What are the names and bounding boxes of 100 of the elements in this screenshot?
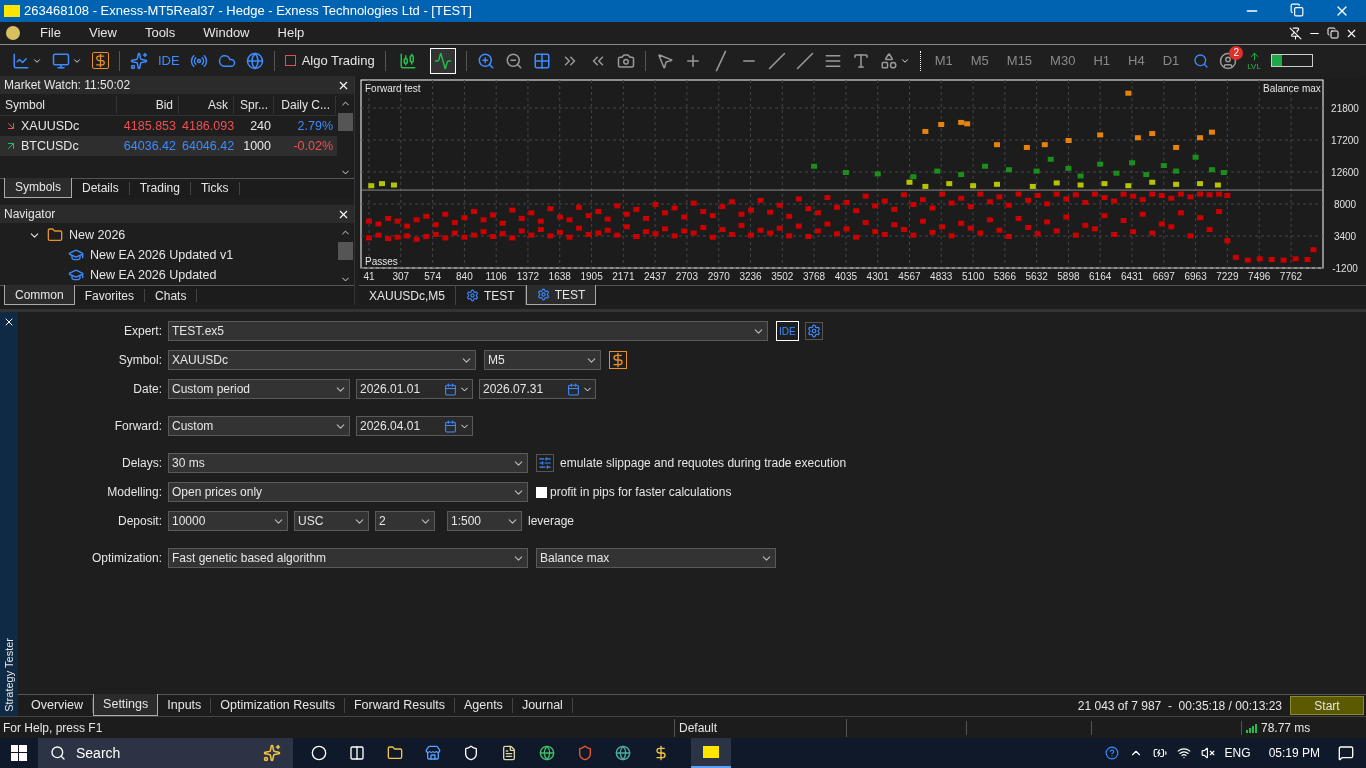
timeframe-button[interactable]: M15 — [1002, 50, 1037, 71]
dropdown[interactable]: Balance max — [536, 548, 776, 568]
tester-tab[interactable]: Optimization Results — [211, 698, 345, 713]
tree-item[interactable]: New EA 2026 Updated v1 — [90, 245, 234, 265]
x-tick-label: 41 — [363, 271, 375, 282]
profile-name: Default — [675, 718, 847, 737]
column-header[interactable]: Bid — [117, 95, 179, 114]
x-tick-label: 1106 — [485, 271, 507, 282]
dropdown[interactable]: 2 — [375, 511, 435, 531]
chart-tab[interactable]: TEST — [525, 285, 597, 305]
notification-badge: 2 — [1229, 45, 1244, 60]
timeframe-button[interactable]: M30 — [1046, 50, 1080, 71]
timeframe-button[interactable]: M5 — [966, 50, 993, 71]
x-tick-label: 1372 — [516, 271, 540, 282]
column-header[interactable]: Spr... — [234, 95, 274, 114]
bid-cell-text: 4185.853 — [122, 117, 177, 135]
x-tick-label: 5366 — [993, 271, 1016, 282]
timeframe-button[interactable]: H1 — [1089, 50, 1114, 71]
field-label: Deposit: — [116, 513, 162, 530]
spread-cell-text: 240 — [249, 117, 272, 135]
menu-item[interactable]: Window — [189, 23, 264, 43]
dropdown[interactable]: Open prices only — [168, 482, 528, 502]
x-tick-label: 4833 — [930, 271, 953, 282]
field-label: Expert: — [123, 323, 162, 340]
tester-tab[interactable]: Settings — [93, 694, 159, 716]
clock[interactable]: 05:19 PM — [1260, 744, 1328, 762]
y-tick-label: 3400 — [1333, 231, 1357, 242]
quote-row[interactable]: BTCUSDc 64036.42 64046.42 1000 -0.02% — [0, 136, 337, 156]
dropdown[interactable]: USC — [294, 511, 369, 531]
column-header[interactable]: Ask — [179, 95, 234, 114]
spread-cell-text: 1000 — [242, 137, 272, 155]
tester-tab[interactable]: Forward Results — [344, 698, 455, 713]
ide-button[interactable]: IDE — [776, 321, 799, 341]
menu-item[interactable]: Help — [263, 23, 319, 43]
panel-tab[interactable]: Common — [4, 285, 75, 305]
chart-criterion: Balance max — [1263, 82, 1321, 96]
panel-tab[interactable]: Symbols — [4, 177, 72, 198]
tester-tab[interactable]: Agents — [454, 698, 513, 713]
dropdown[interactable]: Custom — [168, 416, 350, 436]
menu-item[interactable]: Tools — [130, 23, 190, 43]
timeframe-button[interactable]: H4 — [1124, 50, 1149, 71]
dropdown[interactable]: 1:500 — [447, 511, 522, 531]
quote-row[interactable]: XAUUSDc 4185.853 4186.093 240 2.79% — [0, 116, 337, 136]
y-tick-label: 17200 — [1331, 135, 1359, 146]
axis-label: Passes — [365, 255, 398, 269]
ide-button[interactable]: IDE — [158, 50, 180, 71]
dropdown[interactable]: Fast genetic based algorithm — [168, 548, 528, 568]
panel-tab[interactable]: Details — [72, 181, 130, 195]
tester-tab[interactable]: Journal — [512, 698, 573, 713]
timeframe-button[interactable]: D1 — [1158, 50, 1184, 71]
dropdown[interactable]: Custom period — [168, 379, 350, 399]
x-tick-label: 4567 — [898, 271, 921, 282]
x-tick-label: 6963 — [1184, 271, 1207, 282]
change-cell-text: 2.79% — [296, 117, 334, 135]
date-field[interactable]: 2026.01.01 — [356, 379, 473, 399]
date-field[interactable]: 2026.04.01 — [356, 416, 473, 436]
x-tick-label: 6431 — [1120, 271, 1144, 282]
symbol-cell-text: BTCUSDc — [21, 137, 79, 155]
x-tick-label: 5100 — [962, 271, 985, 282]
menu-item[interactable]: File — [26, 23, 75, 43]
field-label: Date: — [132, 381, 162, 398]
algo-trading-button[interactable]: Algo Trading — [284, 50, 375, 71]
x-tick-label: 3502 — [771, 271, 794, 282]
dropdown[interactable]: TEST.ex5 — [168, 321, 768, 341]
timeframe-button[interactable]: M1 — [930, 50, 957, 71]
taskbar-search[interactable]: Search — [38, 738, 293, 768]
chart-tab[interactable]: TEST — [456, 286, 526, 305]
field-label: Modelling: — [106, 484, 162, 501]
panel-tab[interactable]: Chats — [145, 289, 198, 302]
checkbox-label: profit in pips for faster calculations — [550, 484, 732, 501]
x-tick-label: 4035 — [834, 271, 858, 282]
panel-tab[interactable]: Ticks — [190, 181, 240, 195]
x-tick-label: 1638 — [548, 271, 571, 282]
window-title: 263468108 - Exness-MT5Real37 - Hedge - Exness Technologies Ltd - [TEST] — [24, 2, 473, 21]
field-label: Delays: — [121, 455, 162, 472]
tester-tab[interactable]: Inputs — [158, 698, 212, 713]
x-tick-label: 1905 — [580, 271, 603, 282]
x-tick-label: 4301 — [866, 271, 889, 282]
tree-item[interactable]: New EA 2026 Updated — [90, 265, 217, 285]
panel-tab[interactable]: Favorites — [74, 289, 146, 302]
language-indicator[interactable]: ENG — [1224, 744, 1251, 762]
panel-tab[interactable]: Trading — [129, 181, 191, 195]
x-tick-label: 2171 — [612, 271, 635, 282]
tree-folder[interactable]: New 2026 — [28, 225, 337, 245]
lvl-button[interactable]: LVL — [1247, 61, 1261, 71]
dropdown[interactable]: M5 — [484, 350, 601, 370]
x-tick-label: 3768 — [802, 271, 826, 282]
start-button[interactable]: Start — [1290, 696, 1364, 715]
menu-item[interactable]: View — [74, 23, 131, 43]
chart-tab[interactable]: XAUUSDc,M5 — [359, 286, 456, 305]
x-tick-label: 2703 — [675, 271, 698, 282]
dropdown[interactable]: 10000 — [168, 511, 288, 531]
panel-title: Strategy Tester — [1, 638, 16, 712]
column-header[interactable]: Daily C... — [274, 95, 336, 114]
x-tick-label: 6697 — [1152, 271, 1175, 282]
field-label: Symbol: — [117, 352, 162, 369]
dropdown[interactable]: 30 ms — [168, 453, 528, 473]
date-field[interactable]: 2026.07.31 — [479, 379, 596, 399]
dropdown[interactable]: XAUUSDc — [168, 350, 476, 370]
column-header[interactable]: Symbol — [0, 95, 117, 114]
